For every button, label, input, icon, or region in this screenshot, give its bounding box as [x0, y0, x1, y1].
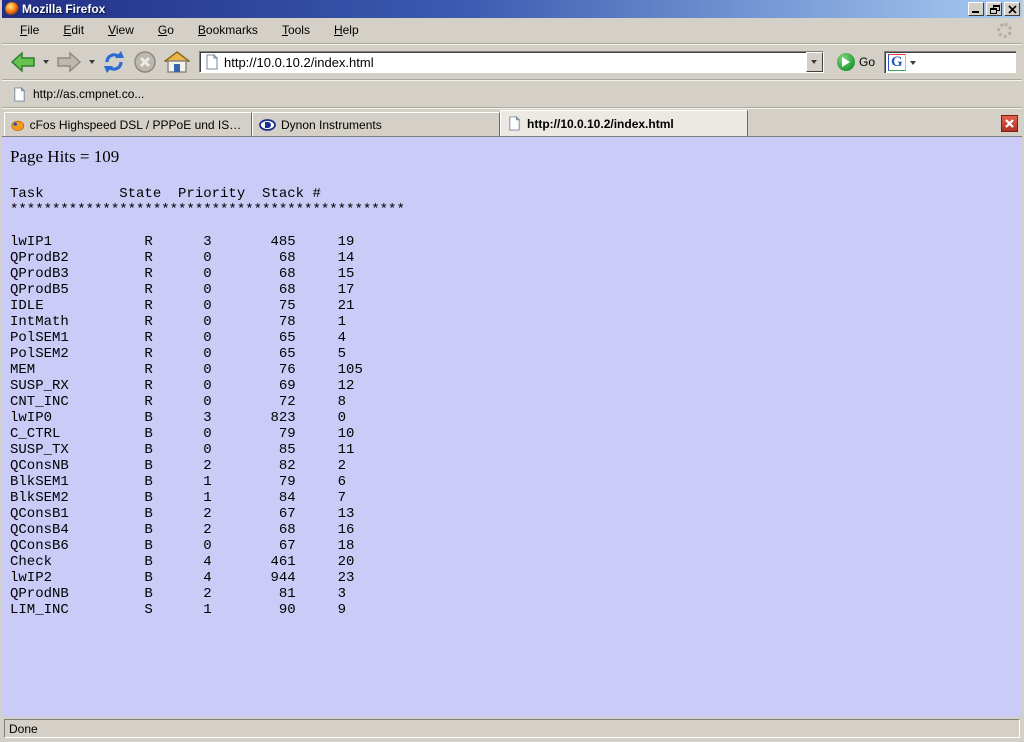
menu-tools[interactable]: Tools: [270, 20, 322, 41]
back-button[interactable]: [8, 48, 38, 76]
url-dropdown-button[interactable]: [806, 52, 823, 72]
dynon-favicon: [259, 119, 276, 131]
home-icon: [164, 50, 190, 74]
firefox-logo-icon: [5, 2, 19, 16]
tab-label: cFos Highspeed DSL / PPPoE und ISDN CAP.…: [30, 118, 245, 132]
forward-button[interactable]: [54, 48, 84, 76]
tab-index-html[interactable]: http://10.0.10.2/index.html: [500, 110, 748, 136]
go-icon: [837, 53, 855, 71]
page-content: Page Hits = 109 Task State Priority Stac…: [2, 136, 1022, 717]
search-engine-caret[interactable]: [910, 61, 916, 65]
page-icon: [204, 54, 220, 70]
menu-file[interactable]: File: [8, 20, 51, 41]
bookmark-item[interactable]: http://as.cmpnet.co...: [33, 87, 144, 101]
menu-go[interactable]: Go: [146, 20, 186, 41]
url-input[interactable]: [224, 53, 806, 71]
search-input[interactable]: G: [884, 51, 1016, 73]
tab-close-icon: [1005, 119, 1014, 128]
tab-label: http://10.0.10.2/index.html: [527, 117, 674, 131]
go-label: Go: [859, 55, 875, 69]
back-dropdown-caret[interactable]: [43, 60, 49, 64]
menu-bookmarks[interactable]: Bookmarks: [186, 20, 270, 41]
minimize-icon: [972, 11, 979, 13]
menu-edit[interactable]: Edit: [51, 20, 96, 41]
url-dropdown-caret: [811, 60, 817, 64]
bookmark-page-icon: [12, 87, 27, 102]
reload-icon: [102, 50, 126, 74]
close-button[interactable]: [1004, 2, 1020, 16]
task-table: Task State Priority Stack # ************…: [10, 186, 1014, 618]
status-bar: Done: [2, 717, 1022, 740]
menu-bar: File Edit View Go Bookmarks Tools Help: [2, 18, 1022, 44]
reload-button[interactable]: [100, 48, 128, 76]
forward-dropdown-caret[interactable]: [89, 60, 95, 64]
tab-dynon[interactable]: Dynon Instruments: [252, 112, 500, 136]
google-icon: G: [888, 54, 906, 71]
throbber-icon: [997, 23, 1012, 38]
page-hits-text: Page Hits = 109: [10, 147, 1014, 167]
forward-icon: [56, 51, 82, 73]
home-button[interactable]: [162, 48, 192, 76]
restore-icon: [990, 5, 1000, 14]
tab-close-button[interactable]: [1001, 115, 1018, 132]
go-button[interactable]: Go: [831, 53, 881, 71]
menu-view[interactable]: View: [96, 20, 146, 41]
navigation-toolbar: Go G: [2, 44, 1022, 80]
title-bar: Mozilla Firefox: [2, 0, 1022, 18]
cfos-favicon: [11, 118, 25, 132]
menu-help[interactable]: Help: [322, 20, 371, 41]
url-bar: [199, 51, 824, 73]
close-icon: [1005, 3, 1019, 15]
restore-button[interactable]: [986, 2, 1002, 16]
tab-bar: cFos Highspeed DSL / PPPoE und ISDN CAP.…: [2, 108, 1022, 136]
stop-button[interactable]: [131, 48, 159, 76]
tab-label: Dynon Instruments: [281, 118, 382, 132]
back-icon: [10, 51, 36, 73]
bookmarks-toolbar: http://as.cmpnet.co...: [2, 80, 1022, 108]
tab-page-icon: [507, 116, 522, 131]
stop-icon: [133, 50, 157, 74]
firefox-window: Mozilla Firefox File Edit View Go Bookma…: [0, 0, 1024, 742]
tab-cfos[interactable]: cFos Highspeed DSL / PPPoE und ISDN CAP.…: [4, 112, 252, 136]
minimize-button[interactable]: [968, 2, 984, 16]
window-title: Mozilla Firefox: [22, 2, 105, 16]
status-text: Done: [4, 719, 1020, 738]
